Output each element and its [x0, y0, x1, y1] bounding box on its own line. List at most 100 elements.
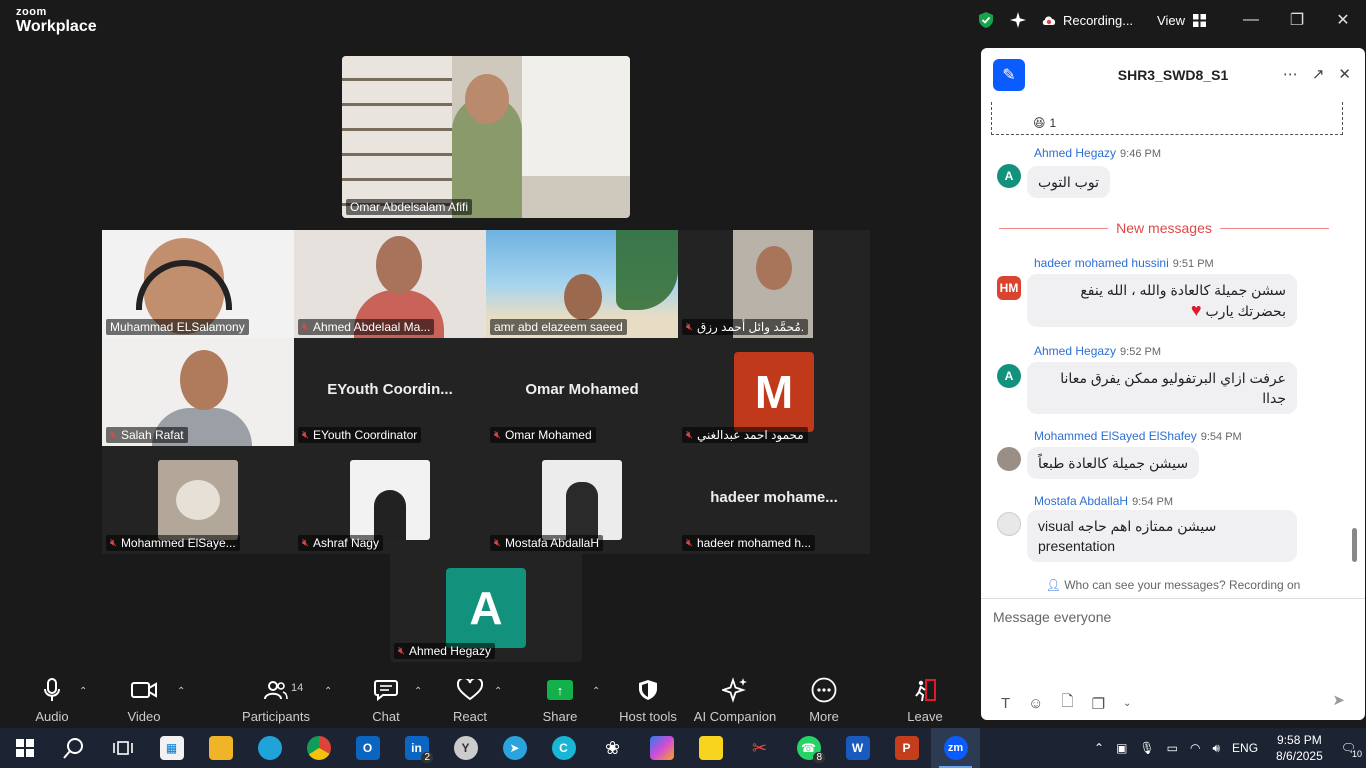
battery-icon[interactable]: ▭	[1167, 741, 1178, 755]
screenshot-icon[interactable]: ❐	[1092, 695, 1105, 713]
search-icon[interactable]	[49, 728, 98, 768]
video-tile-mostafa-abdallah[interactable]: 🔇︎ Mostafa AbdallaH	[486, 446, 678, 554]
video-tile-omar-mohamed[interactable]: Omar Mohamed 🔇︎ Omar Mohamed	[486, 338, 678, 446]
copilot-icon[interactable]	[637, 728, 686, 768]
system-clock[interactable]: 9:58 PM 8/6/2025	[1276, 732, 1323, 764]
name-text: Ahmed Hegazy	[408, 644, 491, 658]
video-tile-muhammad-elsalamony[interactable]: Muhammad ELSalamony	[102, 230, 294, 338]
video-tile-ahmed-hegazy[interactable]: A 🔇︎ Ahmed Hegazy	[390, 554, 582, 662]
name-text: Ashraf Nagy	[312, 536, 379, 550]
whatsapp-icon[interactable]: ☎ 8	[784, 728, 833, 768]
message-text: توب التوب	[1027, 166, 1110, 198]
clock-glyph: Y	[453, 736, 478, 760]
react-options-chevron-icon[interactable]: ⌃	[494, 686, 502, 697]
chevron-down-icon[interactable]: ⌄	[1123, 698, 1131, 709]
message-input[interactable]: Message everyone	[993, 609, 1111, 625]
reaction-badge[interactable]: 😆 1	[1033, 116, 1056, 130]
avatar	[997, 447, 1021, 471]
zoom-app-icon[interactable]: zm	[931, 728, 980, 768]
meeting-tray-icon[interactable]: ▣	[1116, 741, 1127, 755]
emoji-icon[interactable]: ☺	[1028, 695, 1043, 712]
leave-button[interactable]: Leave	[880, 676, 970, 724]
react-button[interactable]: React	[425, 676, 515, 724]
participants-button[interactable]: Participants	[231, 676, 321, 724]
audio-options-chevron-icon[interactable]: ⌃	[79, 686, 87, 697]
privacy-notice[interactable]: 👤︎ Who can see your messages? Recording …	[981, 578, 1365, 592]
snipping-tool-icon[interactable]: ✂	[735, 728, 784, 768]
ai-sparkle-icon[interactable]	[1009, 11, 1027, 29]
security-shield-icon[interactable]	[977, 11, 995, 29]
participant-name: 🔇︎ Ashraf Nagy	[298, 535, 383, 551]
chrome-browser-icon[interactable]	[294, 728, 343, 768]
microsoft-store-icon[interactable]: ▦	[147, 728, 196, 768]
message-time: 9:54 PM	[1200, 431, 1242, 443]
face-photo	[180, 350, 228, 410]
name-text: Omar Mohamed	[504, 428, 592, 442]
video-tile-eyouth-coordinator[interactable]: EYouth Coordin... 🔇︎ EYouth Coordinator	[294, 338, 486, 446]
restore-icon[interactable]: ❐	[1274, 0, 1320, 40]
close-icon[interactable]: ✕	[1320, 0, 1366, 40]
name-text: Ahmed Abdelaal Ma...	[312, 320, 431, 334]
minimize-icon[interactable]: —	[1228, 0, 1274, 40]
microphone-icon	[43, 676, 61, 704]
task-view-icon[interactable]	[98, 728, 147, 768]
sticky-notes-icon[interactable]	[686, 728, 735, 768]
host-tools-button[interactable]: Host tools	[603, 676, 693, 724]
zoom-glyph: zm	[943, 736, 968, 760]
outlook-icon[interactable]: O	[343, 728, 392, 768]
message-text: عرفت ازاي البرتفوليو ممكن يفرق معانا جدا…	[1027, 362, 1297, 414]
host-tools-label: Host tools	[619, 709, 677, 724]
meeting-toolbar: Audio ⌃ Video ⌃ Participants 14 ⌃ Chat ⌃	[0, 672, 980, 728]
video-options-chevron-icon[interactable]: ⌃	[177, 686, 185, 697]
telegram-icon[interactable]: ➤	[490, 728, 539, 768]
sender-name: hadeer mohamed hussini	[1034, 256, 1169, 270]
microphone-tray-icon[interactable]: 🎙︎	[1139, 741, 1154, 755]
video-tile-ahmed-abdelaal[interactable]: 🔇︎ Ahmed Abdelaal Ma...	[294, 230, 486, 338]
shield-icon	[638, 676, 658, 704]
file-icon[interactable]: 🗋	[1062, 691, 1074, 716]
folder-glyph	[208, 736, 233, 760]
linkedin-icon[interactable]: in 2	[392, 728, 441, 768]
video-tile-mohammed-elsayed[interactable]: 🔇︎ Mohammed ElSaye...	[102, 446, 294, 554]
chat-scrollbar[interactable]	[1352, 528, 1357, 562]
chat-button[interactable]: Chat	[341, 676, 431, 724]
video-tile-hadeer-mohamed[interactable]: hadeer mohame... 🔇︎ hadeer mohamed h...	[678, 446, 870, 554]
word-icon[interactable]: W	[833, 728, 882, 768]
view-button[interactable]: View	[1157, 13, 1206, 28]
chevron-up-icon[interactable]: ⌃	[1094, 741, 1104, 755]
clock-app-icon[interactable]: Y	[441, 728, 490, 768]
notification-icon[interactable]: 🗨︎ 10	[1341, 741, 1362, 759]
share-button[interactable]: ↑ Share	[515, 676, 605, 724]
recording-indicator[interactable]: Recording...	[1041, 13, 1133, 28]
video-label: Video	[127, 709, 161, 724]
send-icon[interactable]: ➤	[1332, 691, 1345, 709]
powerpoint-icon[interactable]: P	[882, 728, 931, 768]
video-tile-mahmoud-ahmed[interactable]: M 🔇︎ محمود احمد عبدالغني	[678, 338, 870, 446]
file-explorer-icon[interactable]	[196, 728, 245, 768]
audio-button[interactable]: Audio	[7, 676, 97, 724]
more-button[interactable]: More	[779, 676, 869, 724]
share-options-chevron-icon[interactable]: ⌃	[592, 686, 600, 697]
volume-icon[interactable]: 🔊︎	[1212, 741, 1220, 756]
edge-browser-icon[interactable]	[245, 728, 294, 768]
pop-out-icon[interactable]: ↗	[1312, 65, 1325, 83]
ai-companion-button[interactable]: AI Companion	[690, 676, 780, 724]
video-tile-omar-abdelsalam[interactable]: Omar Abdelsalam Afifi	[342, 56, 630, 218]
language-indicator[interactable]: ENG	[1232, 741, 1258, 755]
text-format-icon[interactable]: T	[1001, 695, 1010, 712]
close-chat-icon[interactable]: ✕	[1338, 65, 1351, 83]
video-button[interactable]: Video	[99, 676, 189, 724]
video-tile-ashraf-nagy[interactable]: 🔇︎ Ashraf Nagy	[294, 446, 486, 554]
more-options-icon[interactable]: ⋯	[1283, 65, 1298, 83]
participants-options-chevron-icon[interactable]: ⌃	[324, 686, 332, 697]
wifi-icon[interactable]: ◠	[1190, 741, 1200, 755]
video-tile-amr-abd-elazeem[interactable]: amr abd elazeem saeed	[486, 230, 678, 338]
message-time: 9:54 PM	[1132, 496, 1174, 508]
chat-options-chevron-icon[interactable]: ⌃	[414, 686, 422, 697]
name-text: Omar Abdelsalam Afifi	[350, 200, 469, 214]
canva-icon[interactable]: C	[539, 728, 588, 768]
video-tile-salah-rafat[interactable]: 🔇︎ Salah Rafat	[102, 338, 294, 446]
chatgpt-icon[interactable]: ❀	[588, 728, 637, 768]
start-windows-icon[interactable]	[0, 728, 49, 768]
video-tile-mohamed-wael[interactable]: 🔇︎ مُحمَّد وائل أحمد رزق.	[678, 230, 870, 338]
